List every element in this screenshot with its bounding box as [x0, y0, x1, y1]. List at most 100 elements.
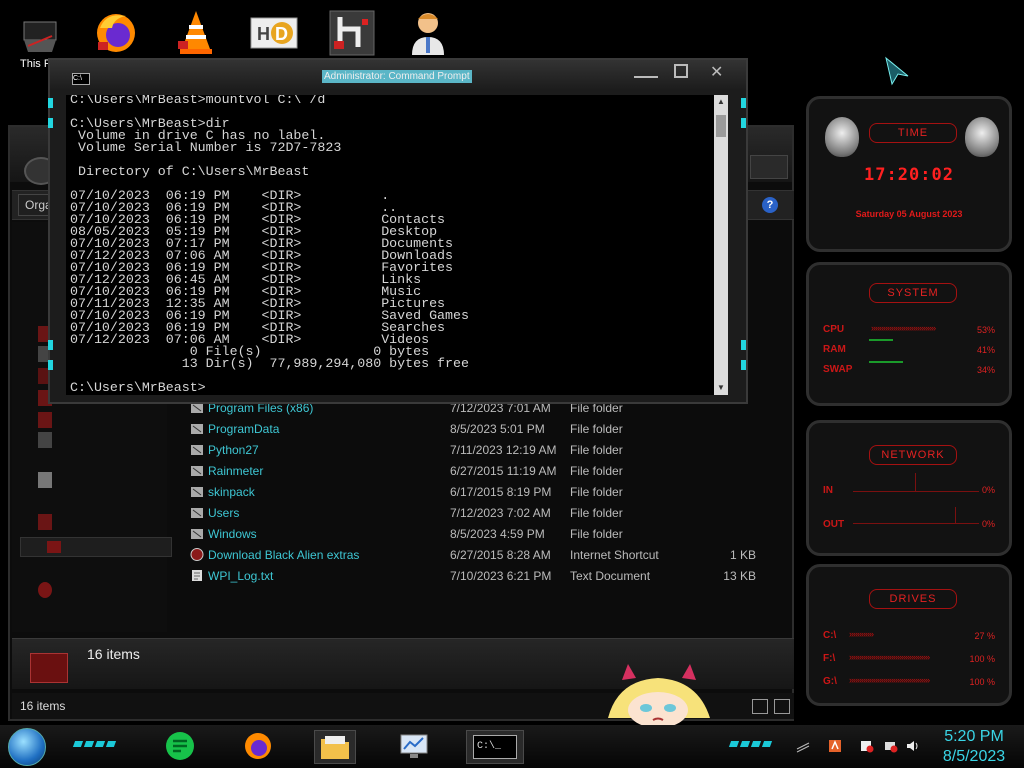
time-heading: TIME — [869, 123, 957, 143]
file-type: Text Document — [570, 569, 651, 583]
gadget-date: Saturday 05 August 2023 — [855, 209, 963, 219]
table-row[interactable]: Windows 8/5/2023 4:59 PM File folder — [182, 524, 782, 545]
scroll-down-icon[interactable]: ▼ — [717, 383, 725, 392]
volume-icon[interactable] — [906, 739, 920, 753]
file-date: 7/12/2023 7:02 AM — [450, 506, 551, 520]
frame-accent — [741, 360, 746, 370]
nav-item-icon[interactable] — [38, 582, 52, 598]
firefox-icon[interactable] — [86, 2, 146, 62]
drive-f-value: 100 % — [969, 654, 995, 664]
time-gadget[interactable]: TIME 17:20:02 Saturday 05 August 2023 — [806, 96, 1012, 252]
folder-icon — [190, 485, 204, 498]
table-row[interactable]: Rainmeter 6/27/2015 11:19 AM File folder — [182, 461, 782, 482]
network-gadget[interactable]: NETWORK IN 0% OUT 0% — [806, 420, 1012, 556]
file-name: Windows — [208, 527, 257, 541]
drive-f-label: F:\ — [823, 653, 836, 664]
file-name: Download Black Alien extras — [208, 548, 360, 562]
refresh-button[interactable] — [750, 155, 788, 179]
nav-item-icon[interactable] — [38, 514, 52, 530]
table-row[interactable]: Users 7/12/2023 7:02 AM File folder — [182, 503, 782, 524]
hxd-icon[interactable]: H D — [244, 2, 304, 62]
drive-c-value: 27 % — [974, 631, 995, 641]
console-text: C:\Users\MrBeast>mountvol C:\ /d C:\User… — [70, 95, 469, 395]
frame-accent — [741, 340, 746, 350]
table-row[interactable]: WPI_Log.txt 7/10/2023 6:21 PM Text Docum… — [182, 566, 782, 587]
taskbar-time: 5:20 PM — [944, 728, 1004, 745]
window-title: Administrator: Command Prompt — [322, 70, 472, 83]
file-rows: Program Files (x86) 7/12/2023 7:01 AM Fi… — [182, 398, 782, 588]
swap-graph — [869, 361, 903, 363]
net-in-spike — [915, 473, 916, 491]
file-name: Rainmeter — [208, 464, 264, 478]
file-date: 6/17/2015 8:19 PM — [450, 485, 552, 499]
start-button[interactable] — [8, 728, 46, 766]
ram-value: 41% — [976, 345, 995, 355]
system-heading: SYSTEM — [869, 283, 957, 303]
network-error-icon[interactable] — [884, 739, 898, 753]
table-row[interactable]: ProgramData 8/5/2023 5:01 PM File folder — [182, 419, 782, 440]
file-date: 8/5/2023 5:01 PM — [450, 422, 545, 436]
file-date: 8/5/2023 4:59 PM — [450, 527, 545, 541]
minimize-button[interactable] — [634, 66, 658, 78]
folder-icon — [190, 527, 204, 540]
maximize-button[interactable] — [674, 64, 688, 78]
admin-user-icon[interactable] — [398, 2, 458, 62]
file-name: skinpack — [208, 485, 255, 499]
file-date: 7/10/2023 6:21 PM — [450, 569, 552, 583]
cpu-bar: »»»»»»»»»»»»»»»» — [871, 323, 936, 333]
taskbar-command-prompt[interactable]: C:\_ — [466, 730, 524, 764]
frame-accent — [741, 98, 746, 108]
ram-graph — [869, 339, 893, 341]
help-button[interactable]: ? — [762, 197, 778, 213]
drives-heading: DRIVES — [869, 589, 957, 609]
taskbar-file-explorer[interactable] — [314, 730, 356, 764]
ram-label: RAM — [823, 344, 846, 355]
net-in-label: IN — [823, 485, 833, 496]
mascot-image — [608, 664, 710, 726]
taskbar-accent — [72, 741, 117, 747]
app-icon[interactable] — [322, 2, 382, 62]
taskbar-monitor-app[interactable] — [394, 730, 434, 762]
net-out-value: 0% — [981, 519, 995, 529]
scroll-thumb[interactable] — [716, 115, 726, 137]
folder-icon — [190, 443, 204, 456]
file-type: File folder — [570, 527, 623, 541]
details-view-button[interactable] — [752, 699, 768, 714]
drives-gadget[interactable]: DRIVES C:\ »»»»»» 27 % F:\ »»»»»»»»»»»»»… — [806, 564, 1012, 706]
table-row[interactable]: Python27 7/11/2023 12:19 AM File folder — [182, 440, 782, 461]
taskbar-firefox[interactable] — [238, 730, 278, 762]
command-prompt-window[interactable]: C:\ Administrator: Command Prompt ✕ C:\U… — [48, 58, 748, 404]
this-pc-icon[interactable] — [10, 4, 70, 64]
table-row[interactable]: Download Black Alien extras 6/27/2015 8:… — [182, 545, 782, 566]
action-center-icon[interactable] — [860, 739, 874, 753]
scroll-up-icon[interactable]: ▲ — [717, 97, 725, 106]
taskbar-clock[interactable]: 5:20 PM 8/5/2023 — [930, 727, 1018, 767]
gadget-clock: 17:20:02 — [864, 165, 954, 185]
vertical-scrollbar[interactable]: ▲ ▼ — [714, 95, 728, 395]
vlc-icon[interactable] — [166, 2, 226, 62]
nav-item-icon[interactable] — [38, 412, 52, 428]
cmd-titlebar[interactable]: C:\ Administrator: Command Prompt ✕ — [50, 60, 746, 90]
net-out-graph — [853, 523, 979, 524]
file-size: 1 KB — [729, 548, 756, 562]
file-name: Python27 — [208, 443, 259, 457]
taskbar-notes-app[interactable] — [160, 730, 200, 762]
close-icon[interactable]: ✕ — [710, 62, 723, 82]
show-hidden-icons-icon[interactable] — [796, 739, 810, 753]
console-output[interactable]: C:\Users\MrBeast>mountvol C:\ /d C:\User… — [66, 95, 714, 395]
network-heading: NETWORK — [869, 445, 957, 465]
file-date: 6/27/2015 8:28 AM — [450, 548, 551, 562]
nav-item-icon[interactable] — [38, 432, 52, 448]
table-row[interactable]: skinpack 6/17/2015 8:19 PM File folder — [182, 482, 782, 503]
large-icons-view-button[interactable] — [774, 699, 790, 714]
system-gadget[interactable]: SYSTEM CPU »»»»»»»»»»»»»»»» 53% RAM 41% … — [806, 262, 1012, 406]
file-type: File folder — [570, 506, 623, 520]
net-in-graph — [853, 491, 979, 492]
taskbar-accent — [728, 741, 773, 747]
svg-text:D: D — [275, 24, 288, 44]
nav-item-icon[interactable] — [38, 472, 52, 488]
tray-app-icon[interactable] — [828, 739, 842, 753]
notes-icon — [166, 732, 194, 760]
nav-item-local-disk[interactable] — [20, 537, 172, 557]
file-date: 7/11/2023 12:19 AM — [450, 443, 557, 457]
